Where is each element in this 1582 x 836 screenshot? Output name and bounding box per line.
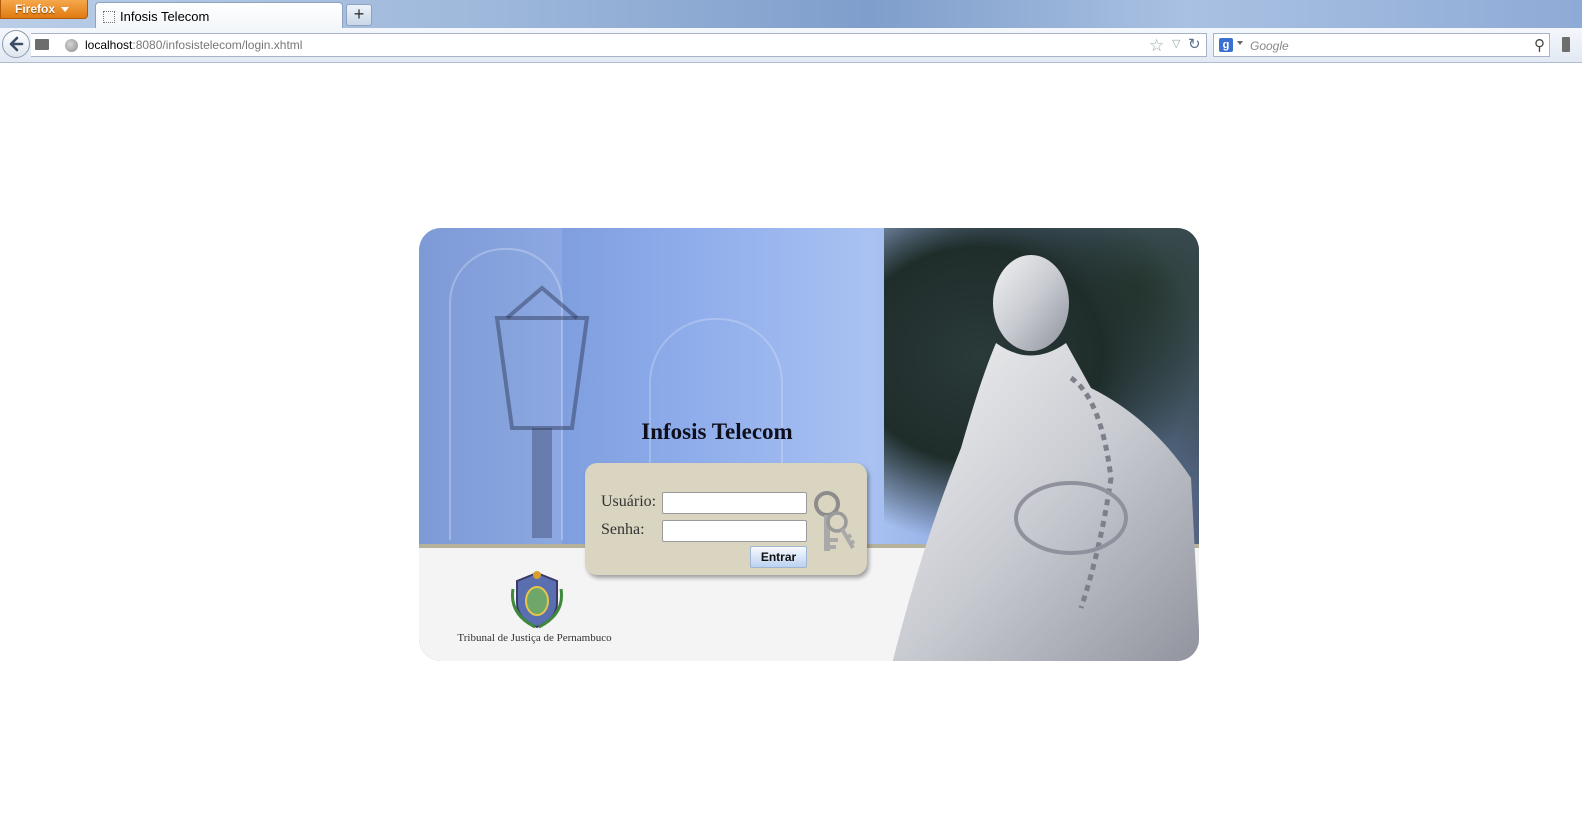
url-text[interactable]: localhost:8080/infosistelecom/login.xhtm… xyxy=(85,38,302,52)
url-host: localhost xyxy=(85,38,133,52)
bookmarks-icon[interactable] xyxy=(1562,37,1570,52)
username-input[interactable] xyxy=(662,492,807,514)
search-icon[interactable]: ⚲ xyxy=(1534,36,1545,54)
navigation-toolbar: localhost:8080/infosistelecom/login.xhtm… xyxy=(0,28,1582,63)
keys-icon xyxy=(814,491,856,551)
back-arrow-icon xyxy=(9,36,24,52)
chevron-down-icon[interactable] xyxy=(1237,41,1243,45)
url-path: :8080/infosistelecom/login.xhtml xyxy=(132,38,303,52)
back-button[interactable] xyxy=(2,30,30,58)
court-name-text: Tribunal de Justiça de Pernambuco xyxy=(457,632,612,644)
tab-infosis-telecom[interactable]: Infosis Telecom xyxy=(95,2,343,29)
tab-title: Infosis Telecom xyxy=(120,9,210,24)
chevron-down-icon xyxy=(61,7,69,12)
reload-icon[interactable]: ↻ xyxy=(1188,35,1201,53)
password-label: Senha: xyxy=(601,521,645,538)
google-engine-icon[interactable]: g xyxy=(1219,38,1233,52)
history-dropdown-icon[interactable]: ▽ xyxy=(1172,37,1180,50)
globe-icon[interactable] xyxy=(65,39,78,52)
firefox-menu-button[interactable]: Firefox xyxy=(0,0,88,19)
firefox-menu-label: Firefox xyxy=(15,2,56,16)
password-input[interactable] xyxy=(662,520,807,542)
bookmark-star-icon[interactable]: ☆ xyxy=(1149,36,1164,56)
statue-image xyxy=(892,255,1199,661)
page-title: Infosis Telecom xyxy=(641,419,793,444)
login-button[interactable]: Entrar xyxy=(750,546,807,568)
login-panel: Infosis Telecom Usuário: Senha: Entrar T… xyxy=(419,228,1199,661)
search-bar[interactable]: g Google ⚲ xyxy=(1213,33,1550,57)
page-icon xyxy=(35,39,49,50)
search-placeholder: Google xyxy=(1250,39,1289,53)
username-label: Usuário: xyxy=(601,493,657,510)
court-seal-logo xyxy=(510,571,564,629)
new-tab-button[interactable]: + xyxy=(346,4,372,26)
address-bar[interactable]: localhost:8080/infosistelecom/login.xhtm… xyxy=(31,33,1207,57)
browser-titlebar: Firefox Infosis Telecom + xyxy=(0,0,1582,29)
login-form: Usuário: Senha: Entrar xyxy=(585,463,867,575)
page-favicon-icon xyxy=(103,11,115,23)
